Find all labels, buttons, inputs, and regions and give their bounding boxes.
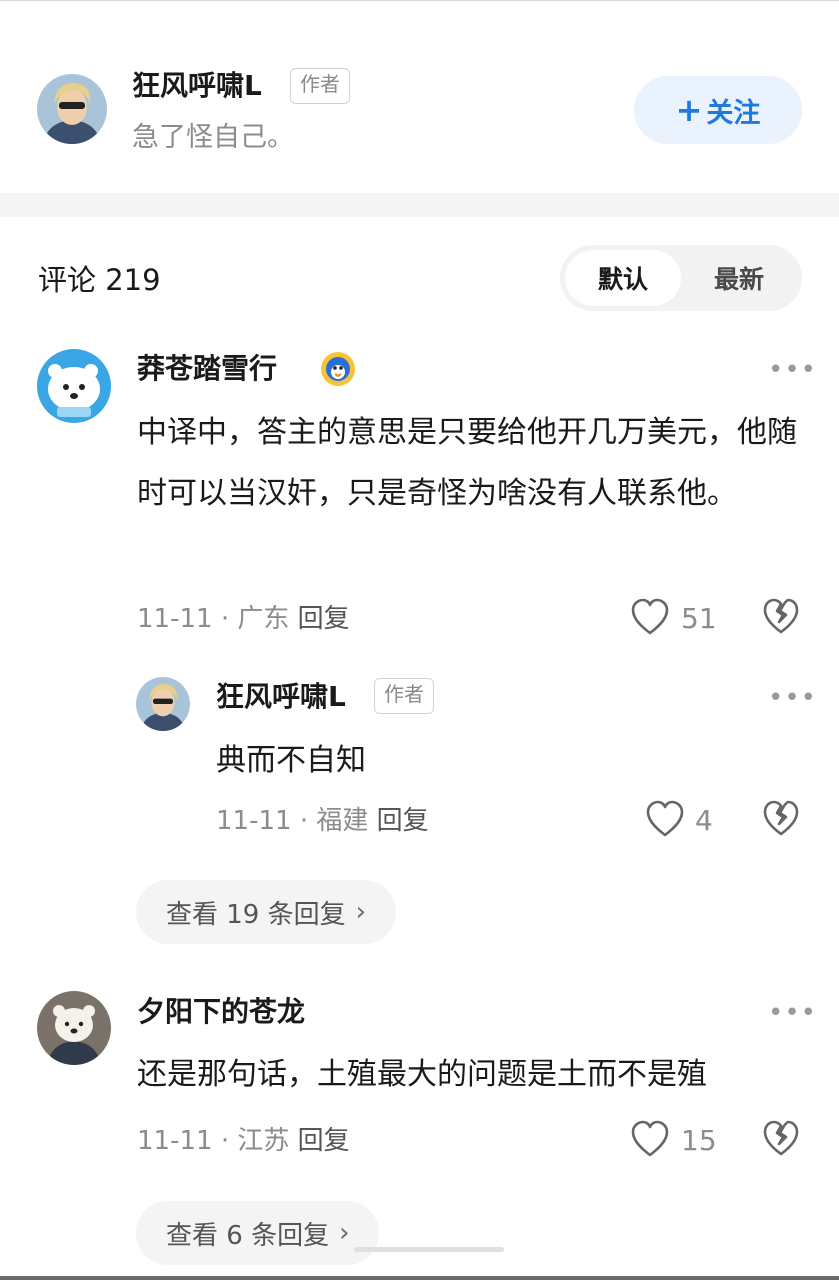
comment-meta: 11-11 · 广东 回复 bbox=[137, 601, 350, 637]
comment-location: · 江苏 bbox=[220, 1126, 290, 1156]
sort-default-tab[interactable]: 默认 bbox=[565, 250, 681, 306]
reply-avatar[interactable] bbox=[136, 677, 190, 731]
view-replies-label: 查看 19 条回复 bbox=[166, 899, 346, 930]
home-indicator bbox=[354, 1247, 504, 1252]
reply-button[interactable]: 回复 bbox=[377, 806, 429, 836]
more-dots-icon[interactable]: ••• bbox=[768, 1000, 817, 1026]
commenter-name[interactable]: 夕阳下的苍龙 bbox=[137, 992, 305, 1032]
user-level-badge-icon bbox=[320, 351, 356, 387]
reply-location: · 福建 bbox=[299, 806, 369, 836]
author-badge: 作者 bbox=[290, 68, 350, 104]
commenter-avatar[interactable] bbox=[37, 349, 111, 423]
more-dots-icon[interactable]: ••• bbox=[768, 685, 817, 711]
heart-outline-icon[interactable] bbox=[630, 1120, 670, 1158]
more-dots-icon[interactable]: ••• bbox=[768, 357, 817, 383]
follow-button[interactable]: + 关注 bbox=[634, 76, 802, 144]
reply-user-name[interactable]: 狂风呼啸L bbox=[216, 677, 346, 717]
broken-heart-icon[interactable] bbox=[762, 598, 800, 636]
follow-label: 关注 bbox=[706, 97, 761, 129]
bottom-edge bbox=[0, 1276, 839, 1280]
top-border bbox=[0, 0, 839, 1]
heart-outline-icon[interactable] bbox=[645, 800, 685, 838]
comment-location: · 广东 bbox=[220, 604, 290, 634]
view-replies-button[interactable]: 查看 6 条回复 › bbox=[136, 1201, 380, 1265]
comment-text: 还是那句话，土殖最大的问题是土而不是殖 bbox=[137, 1057, 707, 1092]
broken-heart-icon[interactable] bbox=[762, 800, 800, 838]
commenter-name[interactable]: 莽苍踏雪行 bbox=[137, 349, 277, 389]
reply-button[interactable]: 回复 bbox=[298, 604, 350, 634]
comments-count-title: 评论 219 bbox=[38, 263, 161, 297]
author-bio: 急了怪自己。 bbox=[132, 122, 294, 153]
commenter-avatar[interactable] bbox=[37, 991, 111, 1065]
comment-date: 11-11 bbox=[137, 604, 213, 634]
reply-text: 典而不自知 bbox=[216, 743, 366, 778]
author-badge: 作者 bbox=[374, 678, 434, 714]
sort-latest-tab[interactable]: 最新 bbox=[681, 250, 797, 306]
plus-icon: + bbox=[675, 91, 703, 129]
reply-meta: 11-11 · 福建 回复 bbox=[216, 803, 429, 839]
reply-date: 11-11 bbox=[216, 806, 292, 836]
sort-switch: 默认 最新 bbox=[560, 245, 802, 311]
broken-heart-icon[interactable] bbox=[762, 1120, 800, 1158]
like-count: 15 bbox=[681, 1124, 717, 1157]
chevron-right-icon: › bbox=[339, 1218, 350, 1248]
like-count: 51 bbox=[681, 602, 717, 635]
reply-button[interactable]: 回复 bbox=[298, 1126, 350, 1156]
section-divider bbox=[0, 193, 839, 217]
heart-outline-icon[interactable] bbox=[630, 598, 670, 636]
comment-meta: 11-11 · 江苏 回复 bbox=[137, 1123, 350, 1159]
comment-date: 11-11 bbox=[137, 1126, 213, 1156]
view-replies-label: 查看 6 条回复 bbox=[166, 1220, 330, 1251]
author-name[interactable]: 狂风呼啸L bbox=[132, 66, 262, 106]
view-replies-button[interactable]: 查看 19 条回复 › bbox=[136, 880, 397, 944]
chevron-right-icon: › bbox=[355, 897, 367, 927]
comment-text: 中译中，答主的意思是只要给他开几万美元，他随时可以当汉奸，只是奇怪为啥没有人联系… bbox=[137, 415, 797, 511]
author-avatar[interactable] bbox=[37, 74, 107, 144]
like-count: 4 bbox=[695, 804, 713, 837]
